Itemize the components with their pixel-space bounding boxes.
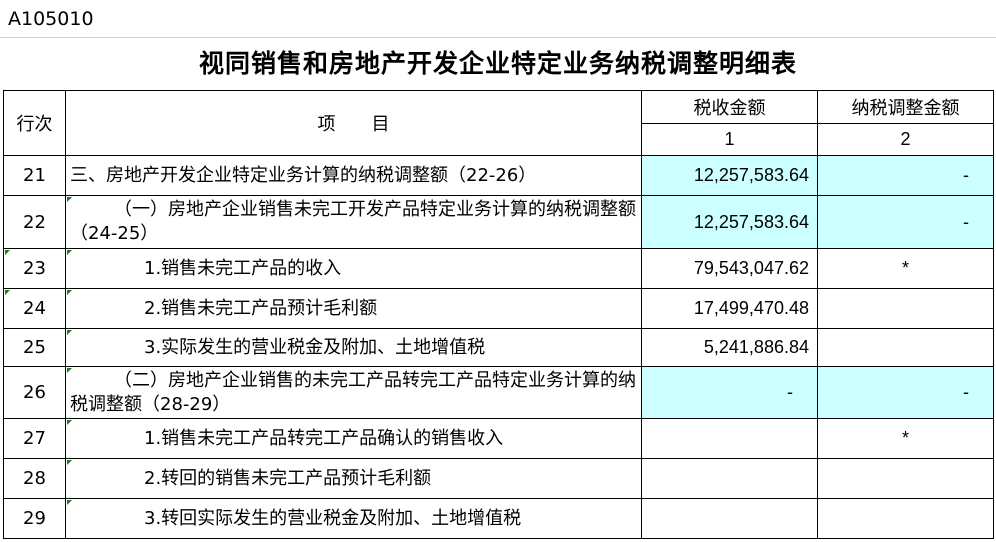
row-description-text: 1.销售未完工产品的收入 <box>144 257 342 279</box>
row-description-text: 3.实际发生的营业税金及附加、土地增值税 <box>144 336 486 358</box>
row-number-text: 24 <box>23 298 46 319</box>
row-description-text: 3.转回实际发生的营业税金及附加、土地增值税 <box>144 507 522 529</box>
comment-marker-icon <box>67 330 72 335</box>
spreadsheet-sheet: A105010 视同销售和房地产开发企业特定业务纳税调整明细表 行次 项 目 税… <box>0 0 996 542</box>
adjustment-amount-cell[interactable] <box>817 288 994 329</box>
row-description[interactable]: 2.销售未完工产品预计毛利额 <box>65 288 642 329</box>
table-row: 22 （一）房地产企业销售未完工开发产品特定业务计算的纳税调整额（24-25） … <box>3 195 994 249</box>
row-number[interactable]: 21 <box>3 155 66 196</box>
comment-marker-icon <box>67 250 72 255</box>
row-number[interactable]: 25 <box>3 328 66 367</box>
row-number-text: 23 <box>23 258 46 279</box>
tax-amount-cell[interactable]: - <box>641 366 818 419</box>
header-row-no[interactable]: 行次 <box>3 90 66 156</box>
row-description[interactable]: 2.转回的销售未完工产品预计毛利额 <box>65 458 642 499</box>
table-row: 24 2.销售未完工产品预计毛利额 17,499,470.48 <box>3 288 994 329</box>
adjustment-amount-cell[interactable]: - <box>817 155 994 196</box>
comment-marker-icon <box>67 197 72 202</box>
table-row: 29 3.转回实际发生的营业税金及附加、土地增值税 <box>3 498 994 539</box>
row-description[interactable]: 1.销售未完工产品转完工产品确认的销售收入 <box>65 418 642 459</box>
comment-marker-icon <box>67 460 72 465</box>
row-description-text: 2.销售未完工产品预计毛利额 <box>144 297 378 319</box>
row-description[interactable]: 3.转回实际发生的营业税金及附加、土地增值税 <box>65 498 642 539</box>
table-row: 27 1.销售未完工产品转完工产品确认的销售收入 * <box>3 418 994 459</box>
comment-marker-icon <box>67 368 72 373</box>
adjustment-amount-cell[interactable] <box>817 458 994 499</box>
row-number[interactable]: 24 <box>3 288 66 329</box>
comment-marker-icon <box>67 290 72 295</box>
header-col2-label[interactable]: 纳税调整金额 <box>817 90 994 124</box>
table-row: 28 2.转回的销售未完工产品预计毛利额 <box>3 458 994 499</box>
header-col1-label[interactable]: 税收金额 <box>641 90 818 124</box>
table-row: 26 （二）房地产企业销售的未完工产品转完工产品特定业务计算的纳税调整额（28-… <box>3 366 994 419</box>
comment-marker-icon <box>67 500 72 505</box>
adjustment-amount-cell[interactable] <box>817 328 994 367</box>
table-row: 23 1.销售未完工产品的收入 79,543,047.62 * <box>3 248 994 289</box>
table-title[interactable]: 视同销售和房地产开发企业特定业务纳税调整明细表 <box>0 38 996 90</box>
adjustment-amount-cell[interactable]: * <box>817 418 994 459</box>
tax-amount-cell[interactable]: 5,241,886.84 <box>641 328 818 367</box>
row-number[interactable]: 26 <box>3 366 66 419</box>
adjustment-amount-cell[interactable]: * <box>817 248 994 289</box>
row-number[interactable]: 23 <box>3 248 66 289</box>
tax-amount-cell[interactable] <box>641 498 818 539</box>
header-item[interactable]: 项 目 <box>65 90 642 156</box>
row-description[interactable]: （一）房地产企业销售未完工开发产品特定业务计算的纳税调整额（24-25） <box>65 195 642 249</box>
header-col1-no[interactable]: 1 <box>641 123 818 156</box>
adjustment-amount-cell[interactable]: - <box>817 366 994 419</box>
tax-amount-cell[interactable]: 12,257,583.64 <box>641 195 818 249</box>
header-col2-no[interactable]: 2 <box>817 123 994 156</box>
tax-amount-cell[interactable] <box>641 458 818 499</box>
row-number[interactable]: 29 <box>3 498 66 539</box>
tax-amount-cell[interactable]: 79,543,047.62 <box>641 248 818 289</box>
adjustment-table: 行次 项 目 税收金额 纳税调整金额 1 2 21 三、房地产开发企业特定业务计… <box>3 90 994 539</box>
row-description-text: （二）房地产企业销售的未完工产品转完工产品特定业务计算的纳税调整额（28-29） <box>70 369 636 415</box>
row-description[interactable]: 1.销售未完工产品的收入 <box>65 248 642 289</box>
row-description-text: 2.转回的销售未完工产品预计毛利额 <box>144 467 432 489</box>
row-number[interactable]: 22 <box>3 195 66 249</box>
row-description[interactable]: 三、房地产开发企业特定业务计算的纳税调整额（22-26） <box>65 155 642 196</box>
row-number[interactable]: 27 <box>3 418 66 459</box>
tax-amount-cell[interactable]: 12,257,583.64 <box>641 155 818 196</box>
tax-amount-cell[interactable] <box>641 418 818 459</box>
row-description-text: 1.销售未完工产品转完工产品确认的销售收入 <box>144 427 504 449</box>
row-description-text: （一）房地产企业销售未完工开发产品特定业务计算的纳税调整额（24-25） <box>70 199 636 244</box>
row-description[interactable]: 3.实际发生的营业税金及附加、土地增值税 <box>65 328 642 367</box>
row-description[interactable]: （二）房地产企业销售的未完工产品转完工产品特定业务计算的纳税调整额（28-29） <box>65 366 642 419</box>
adjustment-amount-cell[interactable] <box>817 498 994 539</box>
comment-marker-icon <box>5 250 10 255</box>
adjustment-amount-cell[interactable]: - <box>817 195 994 249</box>
table-row: 25 3.实际发生的营业税金及附加、土地增值税 5,241,886.84 <box>3 328 994 367</box>
row-number[interactable]: 28 <box>3 458 66 499</box>
form-code-cell[interactable]: A105010 <box>0 0 996 38</box>
comment-marker-icon <box>67 420 72 425</box>
table-row: 21 三、房地产开发企业特定业务计算的纳税调整额（22-26） 12,257,5… <box>3 155 994 196</box>
tax-amount-cell[interactable]: 17,499,470.48 <box>641 288 818 329</box>
comment-marker-icon <box>5 290 10 295</box>
